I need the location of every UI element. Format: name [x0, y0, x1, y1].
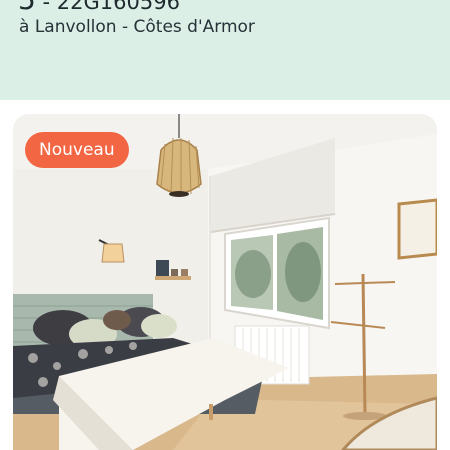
listing-location: à Lanvollon - Côtes d'Armor: [19, 17, 255, 37]
listing-number: 5: [18, 0, 36, 16]
listing-photo-card[interactable]: Nouveau: [13, 114, 437, 450]
listing-header: 5 - 22G160596 à Lanvollon - Côtes d'Armo…: [0, 0, 450, 100]
listing-reference: 5 - 22G160596: [18, 0, 180, 14]
ref-separator: -: [35, 0, 57, 14]
listing-ref-code: 22G160596: [56, 0, 180, 14]
new-badge: Nouveau: [25, 132, 129, 168]
